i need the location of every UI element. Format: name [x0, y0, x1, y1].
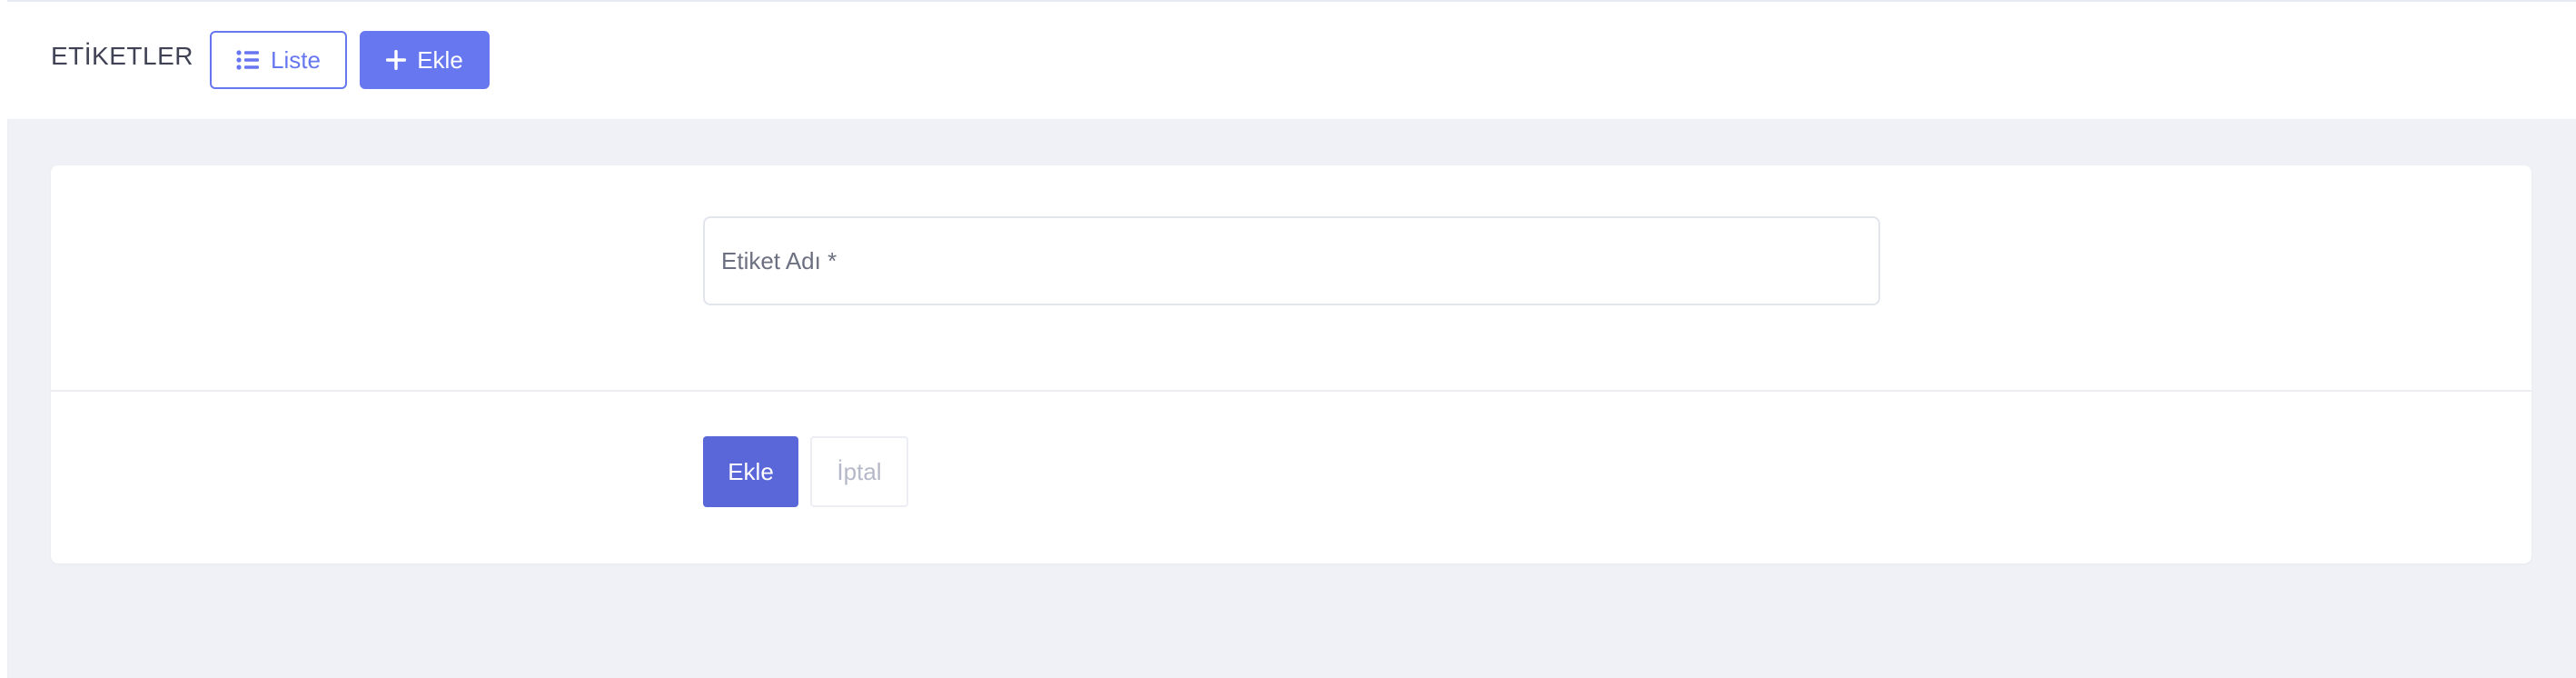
plus-icon: [386, 50, 407, 70]
add-button[interactable]: Ekle: [360, 31, 490, 89]
page-header: ETİKETLER Liste Ekle: [7, 0, 2576, 119]
form-divider: [51, 390, 2531, 392]
add-button-label: Ekle: [417, 45, 463, 74]
cancel-button[interactable]: İptal: [810, 436, 908, 507]
list-button[interactable]: Liste: [210, 31, 347, 89]
list-icon: [236, 50, 260, 70]
form-card: Ekle İptal: [51, 165, 2531, 563]
tag-name-input[interactable]: [703, 216, 1880, 305]
page-title: ETİKETLER: [51, 42, 193, 70]
submit-button[interactable]: Ekle: [703, 436, 798, 507]
list-button-label: Liste: [271, 45, 321, 74]
